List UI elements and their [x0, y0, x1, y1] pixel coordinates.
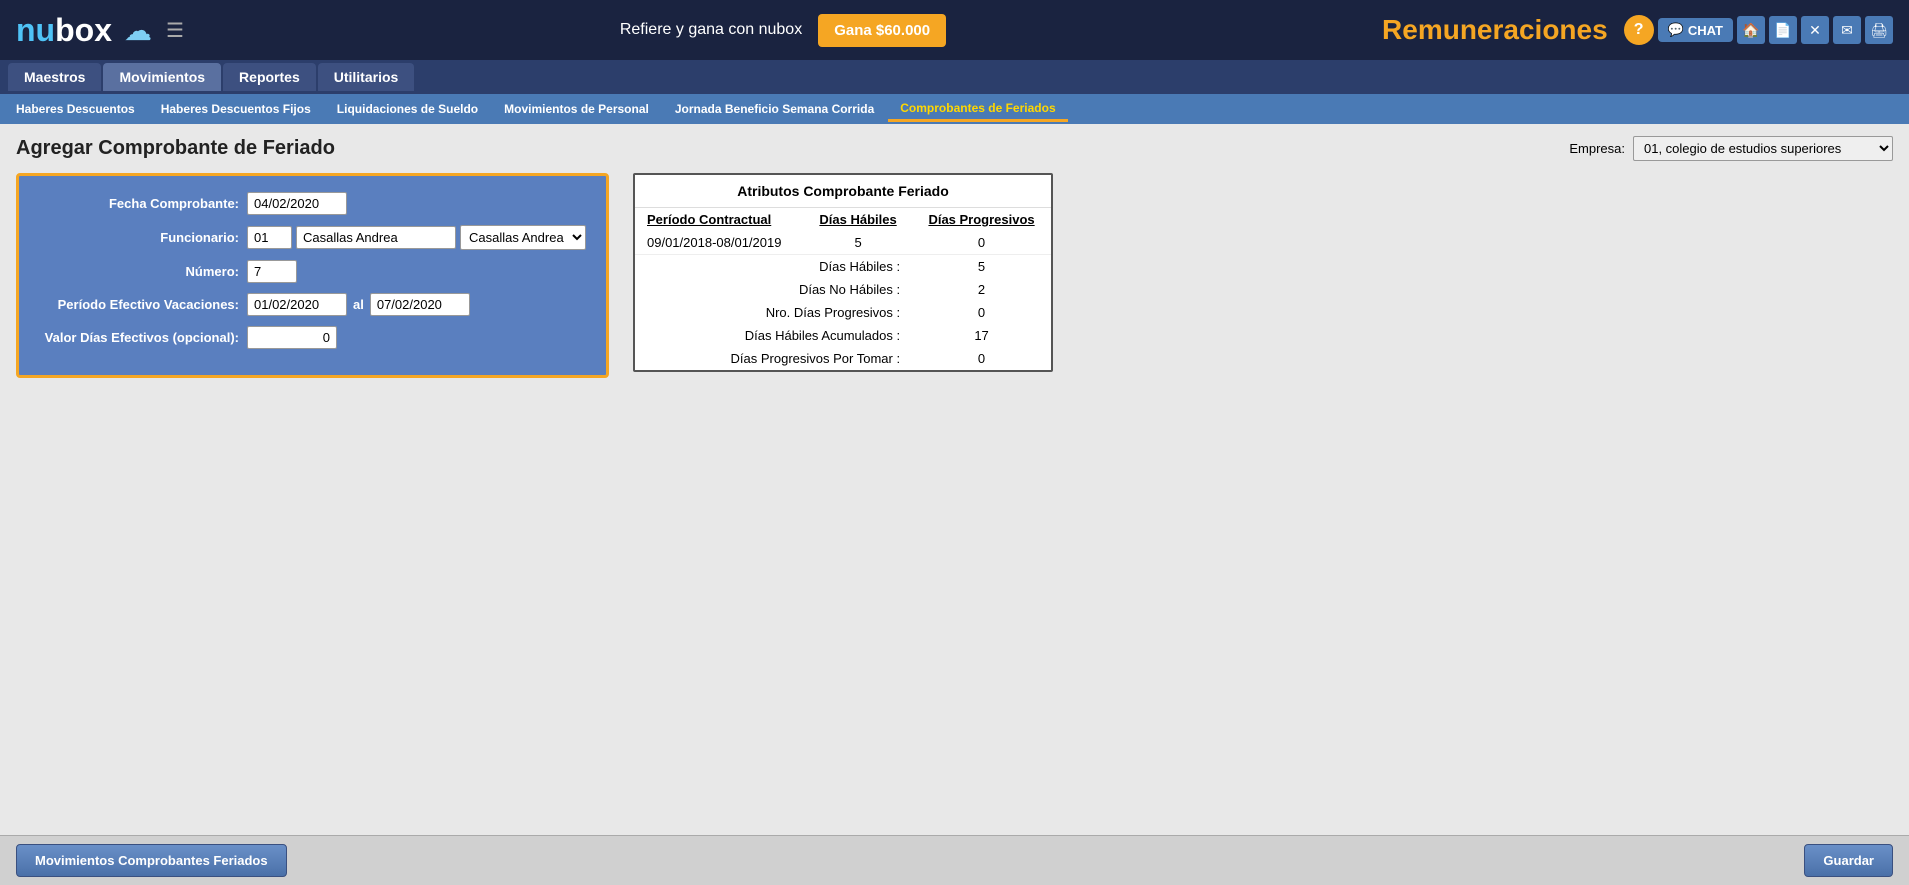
periodo-desde-input[interactable] — [247, 293, 347, 316]
subnav-movimientos-personal[interactable]: Movimientos de Personal — [492, 98, 661, 120]
numero-row: Número: — [39, 260, 586, 283]
gana-button[interactable]: Gana $60.000 — [818, 14, 946, 47]
periodo-contractual-value: 09/01/2018-08/01/2019 — [635, 231, 804, 255]
nav-item-reportes[interactable]: Reportes — [223, 63, 316, 91]
funcionario-dropdown[interactable]: Casallas Andrea — [460, 225, 586, 250]
dias-habiles-row: Días Hábiles : 5 — [635, 255, 1051, 279]
dias-progresivos-tomar-row: Días Progresivos Por Tomar : 0 — [635, 347, 1051, 370]
nav-item-utilitarios[interactable]: Utilitarios — [318, 63, 415, 91]
page-title: Agregar Comprobante de Feriado — [16, 137, 335, 160]
subnav-haberes-descuentos-fijos[interactable]: Haberes Descuentos Fijos — [149, 98, 323, 120]
subnav-liquidaciones-sueldo[interactable]: Liquidaciones de Sueldo — [325, 98, 490, 120]
nro-dias-progresivos-label: Nro. Días Progresivos : — [635, 301, 912, 324]
remuneraciones-title: Remuneraciones — [1382, 14, 1608, 46]
atributos-box: Atributos Comprobante Feriado Período Co… — [633, 173, 1053, 372]
logo-area: nubox ☁ ☰ — [16, 12, 184, 49]
numero-label: Número: — [39, 264, 239, 279]
dias-habiles-acumulados-label: Días Hábiles Acumulados : — [635, 324, 912, 347]
main-area: Fecha Comprobante: Funcionario: Casallas… — [16, 173, 1893, 378]
nav-bar: Maestros Movimientos Reportes Utilitario… — [0, 60, 1909, 94]
atributos-header: Atributos Comprobante Feriado — [635, 175, 1051, 208]
bottom-bar: Movimientos Comprobantes Feriados Guarda… — [0, 835, 1909, 885]
funcionario-code-input[interactable] — [247, 226, 292, 249]
al-text: al — [353, 297, 364, 312]
funcionario-row: Funcionario: Casallas Andrea — [39, 225, 586, 250]
col-dias-progresivos-header: Días Progresivos — [912, 208, 1051, 231]
sub-nav-bar: Haberes Descuentos Haberes Descuentos Fi… — [0, 94, 1909, 124]
guardar-button[interactable]: Guardar — [1804, 844, 1893, 877]
header-right: Remuneraciones ? 💬 CHAT 🏠 📄 ✕ ✉ 🖨 — [1382, 14, 1893, 46]
valor-label: Valor Días Efectivos (opcional): — [39, 330, 239, 345]
hamburger-icon[interactable]: ☰ — [166, 18, 184, 43]
atributos-data-row: 09/01/2018-08/01/2019 5 0 — [635, 231, 1051, 255]
cloud-logo-icon: ☁ — [124, 14, 152, 47]
dias-progresivos-data-value: 0 — [912, 231, 1051, 255]
dias-habiles-data-value: 5 — [804, 231, 912, 255]
periodo-hasta-input[interactable] — [370, 293, 470, 316]
funcionario-label: Funcionario: — [39, 230, 239, 245]
movimientos-comprobantes-button[interactable]: Movimientos Comprobantes Feriados — [16, 844, 287, 877]
nro-dias-progresivos-row: Nro. Días Progresivos : 0 — [635, 301, 1051, 324]
dias-habiles-acumulados-value: 17 — [912, 324, 1051, 347]
help-button[interactable]: ? — [1624, 15, 1654, 45]
dias-no-habiles-label: Días No Hábiles : — [635, 278, 912, 301]
nav-item-movimientos[interactable]: Movimientos — [103, 63, 221, 91]
empresa-area: Empresa: 01, colegio de estudios superio… — [1569, 136, 1893, 161]
periodo-inputs: al — [247, 293, 470, 316]
fecha-comprobante-label: Fecha Comprobante: — [39, 196, 239, 211]
col-periodo-header: Período Contractual — [635, 208, 804, 231]
periodo-label: Período Efectivo Vacaciones: — [39, 297, 239, 312]
funcionario-name-input[interactable] — [296, 226, 456, 249]
home-button[interactable]: 🏠 — [1737, 16, 1765, 44]
col-dias-habiles-header: Días Hábiles — [804, 208, 912, 231]
form-box: Fecha Comprobante: Funcionario: Casallas… — [16, 173, 609, 378]
numero-input[interactable] — [247, 260, 297, 283]
dias-no-habiles-value: 2 — [912, 278, 1051, 301]
funcionario-inputs: Casallas Andrea — [247, 225, 586, 250]
header-icons: ? 💬 CHAT 🏠 📄 ✕ ✉ 🖨 — [1624, 15, 1893, 45]
header-center: Refiere y gana con nubox Gana $60.000 — [184, 14, 1382, 47]
chat-button[interactable]: 💬 CHAT — [1658, 18, 1733, 42]
logo: nubox — [16, 12, 112, 49]
dias-habiles-acumulados-row: Días Hábiles Acumulados : 17 — [635, 324, 1051, 347]
header: nubox ☁ ☰ Refiere y gana con nubox Gana … — [0, 0, 1909, 60]
valor-row: Valor Días Efectivos (opcional): — [39, 326, 586, 349]
page-header: Agregar Comprobante de Feriado Empresa: … — [16, 136, 1893, 161]
periodo-row: Período Efectivo Vacaciones: al — [39, 293, 586, 316]
fecha-comprobante-row: Fecha Comprobante: — [39, 192, 586, 215]
subnav-jornada-beneficio[interactable]: Jornada Beneficio Semana Corrida — [663, 98, 886, 120]
page-content: Agregar Comprobante de Feriado Empresa: … — [0, 124, 1909, 824]
dias-habiles-label: Días Hábiles : — [635, 255, 912, 279]
empresa-label: Empresa: — [1569, 141, 1625, 156]
nav-item-maestros[interactable]: Maestros — [8, 63, 101, 91]
subnav-comprobantes-feriados[interactable]: Comprobantes de Feriados — [888, 97, 1067, 122]
close-button[interactable]: ✕ — [1801, 16, 1829, 44]
nro-dias-progresivos-value: 0 — [912, 301, 1051, 324]
fecha-comprobante-input[interactable] — [247, 192, 347, 215]
email-button[interactable]: ✉ — [1833, 16, 1861, 44]
valor-input[interactable] — [247, 326, 337, 349]
atributos-table: Período Contractual Días Hábiles Días Pr… — [635, 208, 1051, 370]
refiere-text: Refiere y gana con nubox — [620, 21, 802, 39]
chat-bubble-icon: 💬 — [1668, 22, 1684, 38]
document-button[interactable]: 📄 — [1769, 16, 1797, 44]
print-button[interactable]: 🖨 — [1865, 16, 1893, 44]
dias-progresivos-tomar-value: 0 — [912, 347, 1051, 370]
dias-no-habiles-row: Días No Hábiles : 2 — [635, 278, 1051, 301]
dias-habiles-value: 5 — [912, 255, 1051, 279]
subnav-haberes-descuentos[interactable]: Haberes Descuentos — [4, 98, 147, 120]
dias-progresivos-tomar-label: Días Progresivos Por Tomar : — [635, 347, 912, 370]
empresa-select[interactable]: 01, colegio de estudios superiores — [1633, 136, 1893, 161]
